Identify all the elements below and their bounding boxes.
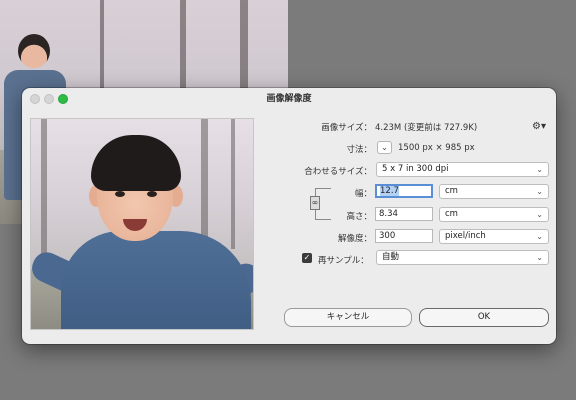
ok-button[interactable]: OK — [419, 308, 549, 327]
gear-icon[interactable]: ⚙▾ — [532, 121, 546, 132]
width-label: 幅： — [354, 189, 372, 199]
height-unit: cm — [445, 209, 458, 219]
image-size-value: 4.23M (変更前は 727.9K) — [375, 123, 478, 133]
dimensions-value: 1500 px × 985 px — [398, 143, 475, 153]
cancel-button[interactable]: キャンセル — [284, 308, 412, 327]
resample-value: 自動 — [382, 252, 400, 262]
image-size-label: 画像サイズ： — [321, 123, 372, 133]
chevron-down-icon: ⌄ — [536, 253, 543, 262]
image-preview[interactable] — [30, 118, 254, 330]
resolution-input[interactable]: 300 — [375, 229, 433, 243]
height-input[interactable]: 8.34 — [375, 207, 433, 221]
resolution-label: 解像度： — [337, 234, 372, 244]
width-unit: cm — [445, 186, 458, 196]
resolution-unit-select[interactable]: pixel/inch ⌄ — [439, 229, 549, 244]
width-input[interactable]: 12.7 — [375, 184, 433, 198]
fit-to-value: 5 x 7 in 300 dpi — [382, 164, 449, 174]
checkmark-icon: ✓ — [303, 253, 311, 262]
width-value: 12.7 — [380, 186, 399, 196]
dimensions-label: 寸法： — [346, 145, 372, 155]
height-value: 8.34 — [379, 209, 398, 219]
chevron-down-icon: ⌄ — [536, 187, 543, 196]
minimize-window-button[interactable] — [44, 94, 54, 104]
chevron-down-icon: ⌄ — [536, 210, 543, 219]
dialog-title: 画像解像度 — [266, 94, 312, 104]
height-unit-select[interactable]: cm ⌄ — [439, 207, 549, 222]
resample-label: 再サンプル： — [318, 256, 369, 266]
resample-checkbox[interactable]: ✓ — [302, 253, 312, 263]
image-size-dialog: 画像解像度 画像サイズ： 4.23M (変更前は 727.9K) ⚙▾ 寸法： … — [22, 88, 556, 344]
resolution-value: 300 — [379, 231, 396, 241]
close-window-button[interactable] — [30, 94, 40, 104]
resolution-unit: pixel/inch — [445, 231, 486, 241]
width-unit-select[interactable]: cm ⌄ — [439, 184, 549, 199]
resample-select[interactable]: 自動 ⌄ — [376, 250, 549, 265]
zoom-window-button[interactable] — [58, 94, 68, 104]
fit-to-select[interactable]: 5 x 7 in 300 dpi ⌄ — [376, 162, 549, 177]
chevron-down-icon: ⌄ — [536, 165, 543, 174]
chevron-down-icon[interactable]: ⌄ — [377, 141, 392, 154]
fit-to-label: 合わせるサイズ： — [304, 167, 372, 177]
chevron-down-icon: ⌄ — [536, 232, 543, 241]
height-label: 高さ： — [346, 212, 372, 222]
